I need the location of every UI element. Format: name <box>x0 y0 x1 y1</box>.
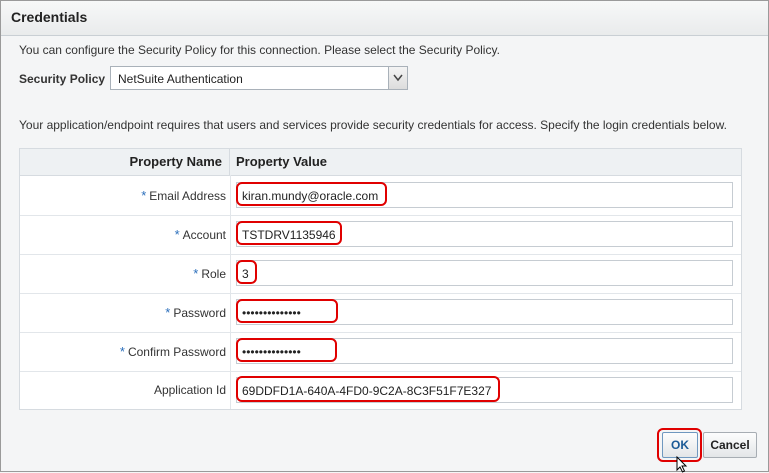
security-policy-label: Security Policy <box>19 72 106 86</box>
security-policy-select[interactable]: NetSuite Authentication <box>110 66 408 90</box>
role-field[interactable]: 3 <box>236 260 733 286</box>
table-row: * Account TSTDRV1135946 <box>20 215 741 255</box>
highlight-email <box>236 182 387 206</box>
dialog-title: Credentials <box>11 9 88 25</box>
required-marker: * <box>119 344 125 359</box>
row-label: Application Id <box>20 383 226 397</box>
table-row: * Role 3 <box>20 254 741 294</box>
highlight-confirm-password <box>236 338 337 362</box>
mouse-pointer-icon <box>676 456 688 473</box>
dialog-titlebar: Credentials <box>1 1 768 36</box>
row-label: * Confirm Password <box>20 344 226 359</box>
row-label: * Password <box>20 305 226 320</box>
highlight-account <box>236 221 342 245</box>
role-label: Role <box>201 267 226 281</box>
credentials-note: Your application/endpoint requires that … <box>19 118 727 132</box>
required-marker: * <box>193 266 199 281</box>
highlight-password <box>236 299 338 323</box>
table-row: * Confirm Password •••••••••••••• <box>20 332 741 372</box>
chevron-down-icon[interactable] <box>388 67 407 89</box>
required-marker: * <box>141 188 147 203</box>
row-label: * Role <box>20 266 226 281</box>
confirm-password-label: Confirm Password <box>127 345 226 359</box>
header-property-name: Property Name <box>20 149 230 175</box>
highlight-application-id <box>236 376 500 402</box>
required-marker: * <box>174 227 180 242</box>
credentials-dialog: Credentials You can configure the Securi… <box>0 0 769 473</box>
highlight-role <box>236 260 257 284</box>
security-policy-value: NetSuite Authentication <box>118 72 243 86</box>
cancel-button[interactable]: Cancel <box>703 432 757 458</box>
table-row: * Password •••••••••••••• <box>20 293 741 333</box>
required-marker: * <box>165 305 171 320</box>
account-label: Account <box>182 228 226 242</box>
row-label: * Account <box>20 227 226 242</box>
password-label: Password <box>173 306 226 320</box>
table-header: Property Name Property Value <box>20 149 741 176</box>
intro-text: You can configure the Security Policy fo… <box>19 43 500 57</box>
email-address-label: Email Address <box>149 189 226 203</box>
header-property-value: Property Value <box>236 154 328 169</box>
application-id-label: Application Id <box>153 383 226 397</box>
row-label: * Email Address <box>20 188 226 203</box>
